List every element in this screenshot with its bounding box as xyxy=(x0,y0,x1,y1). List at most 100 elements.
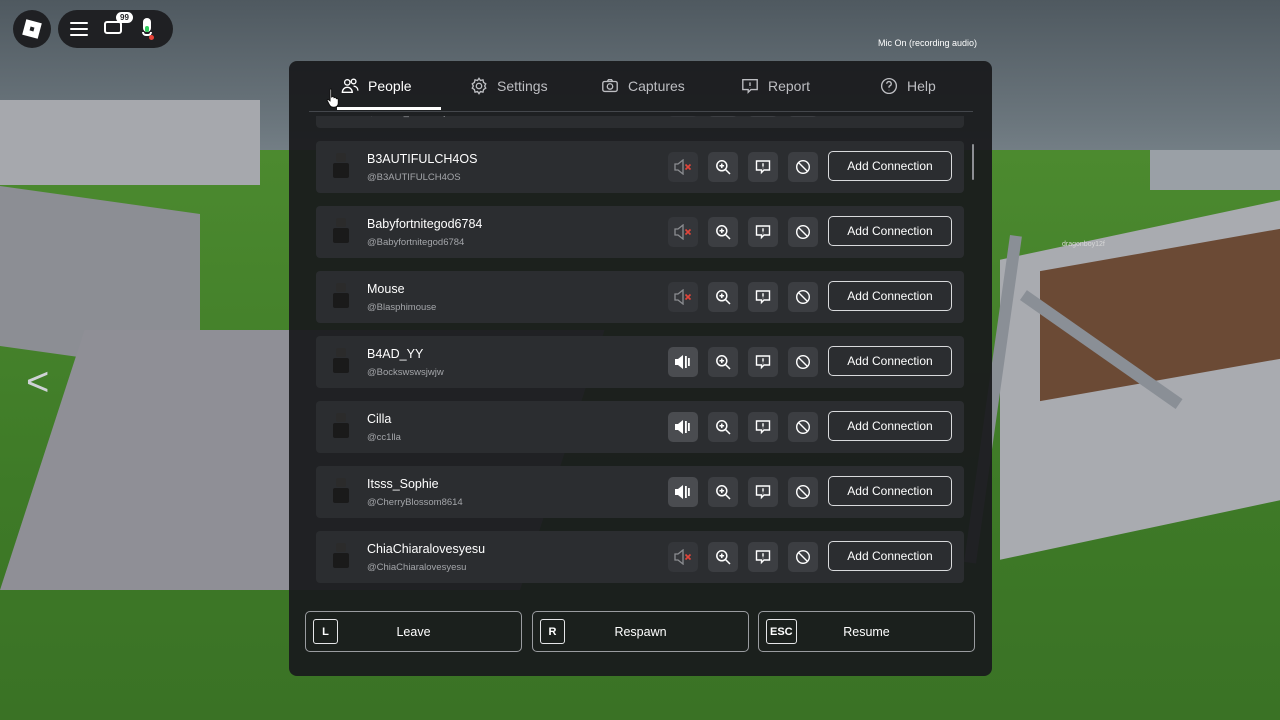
player-display-name: B4AD_YY xyxy=(367,347,424,361)
report-player-button[interactable] xyxy=(748,412,778,442)
mute-toggle-button[interactable] xyxy=(668,412,698,442)
top-bar: 99 xyxy=(58,10,173,48)
inspect-button[interactable] xyxy=(708,412,738,442)
report-icon xyxy=(755,290,771,305)
inspect-button[interactable] xyxy=(708,116,738,117)
block-icon xyxy=(795,354,811,370)
report-player-button[interactable] xyxy=(748,116,778,117)
inspect-button[interactable] xyxy=(708,152,738,182)
report-icon xyxy=(755,225,771,240)
add-connection-button[interactable]: Add Connection xyxy=(828,281,952,311)
chat-unread-badge: 99 xyxy=(116,12,133,23)
hamburger-menu-icon[interactable] xyxy=(70,22,88,36)
mute-toggle-button[interactable] xyxy=(668,217,698,247)
block-player-button[interactable] xyxy=(788,542,818,572)
resume-button[interactable]: ESC Resume xyxy=(758,611,975,652)
player-username: @B3AUTIFULCH4OS xyxy=(367,172,461,183)
microphone-button[interactable] xyxy=(140,18,154,40)
tab-captures[interactable]: Captures xyxy=(601,61,685,111)
report-player-button[interactable] xyxy=(748,152,778,182)
player-username: @cc1lla xyxy=(367,432,401,443)
block-icon xyxy=(795,159,811,175)
report-flag-icon xyxy=(742,79,758,94)
mute-toggle-button[interactable] xyxy=(668,542,698,572)
inspect-button[interactable] xyxy=(708,217,738,247)
block-player-button[interactable] xyxy=(788,347,818,377)
add-connection-button[interactable]: Add Connection xyxy=(828,216,952,246)
player-row: B3AUTIFULCH4OS @B3AUTIFULCH4OS Add Connect… xyxy=(316,141,964,193)
add-connection-button[interactable]: Add Connection xyxy=(828,541,952,571)
mute-toggle-button[interactable] xyxy=(668,116,698,117)
inspect-button[interactable] xyxy=(708,347,738,377)
tab-report[interactable]: Report xyxy=(741,61,810,111)
add-connection-button[interactable]: Add Connection xyxy=(828,476,952,506)
building xyxy=(0,100,260,185)
zoom-in-icon xyxy=(716,160,731,175)
report-icon xyxy=(755,160,771,175)
block-player-button[interactable] xyxy=(788,152,818,182)
report-icon xyxy=(755,550,771,565)
chat-button[interactable]: 99 xyxy=(104,12,133,37)
zoom-in-icon xyxy=(716,485,731,500)
help-icon xyxy=(880,77,898,95)
roblox-menu-button[interactable] xyxy=(13,10,51,48)
speaker-muted-icon xyxy=(674,224,692,240)
block-icon xyxy=(795,419,811,435)
speaker-muted-icon xyxy=(674,159,692,175)
action-bar: L Leave R Respawn ESC Resume xyxy=(305,611,977,652)
player-row: Babyfortnitegod6784 @Babyfortnitegod6784 A… xyxy=(316,206,964,258)
mute-toggle-button[interactable] xyxy=(668,477,698,507)
player-display-name: ChiaChiaralovesyesu xyxy=(367,542,486,556)
zoom-in-icon xyxy=(716,355,731,370)
report-icon xyxy=(755,420,771,435)
report-player-button[interactable] xyxy=(748,217,778,247)
block-player-button[interactable] xyxy=(788,116,818,117)
mute-toggle-button[interactable] xyxy=(668,347,698,377)
active-tab-indicator xyxy=(337,107,441,110)
speaker-muted-icon xyxy=(674,289,692,305)
speaker-on-icon xyxy=(675,355,690,369)
key-hint-r: R xyxy=(540,619,565,644)
mic-level-indicator xyxy=(145,26,149,32)
inspect-button[interactable] xyxy=(708,477,738,507)
game-menu-panel: People Settings Captures Report Help B3A… xyxy=(289,61,992,676)
mute-toggle-button[interactable] xyxy=(668,282,698,312)
speaker-on-icon xyxy=(675,420,690,434)
tab-label: People xyxy=(368,78,412,94)
player-row: Cilla @cc1lla Add Connection xyxy=(316,401,964,453)
leave-label: Leave xyxy=(396,624,431,639)
respawn-button[interactable]: R Respawn xyxy=(532,611,749,652)
zoom-in-icon xyxy=(716,550,731,565)
tab-help[interactable]: Help xyxy=(880,61,936,111)
player-username: @CherryBlossom8614 xyxy=(367,497,463,508)
block-player-button[interactable] xyxy=(788,477,818,507)
tab-people[interactable]: People xyxy=(341,61,412,111)
report-player-button[interactable] xyxy=(748,477,778,507)
player-nametag: dragonboy12f xyxy=(1062,241,1105,248)
key-hint-esc: ESC xyxy=(766,619,797,644)
inspect-button[interactable] xyxy=(708,542,738,572)
block-player-button[interactable] xyxy=(788,217,818,247)
add-connection-button[interactable]: Add Connection xyxy=(828,411,952,441)
leave-button[interactable]: L Leave xyxy=(305,611,522,652)
mute-toggle-button[interactable] xyxy=(668,152,698,182)
block-player-button[interactable] xyxy=(788,282,818,312)
player-display-name: Mouse xyxy=(367,282,405,296)
report-player-button[interactable] xyxy=(748,282,778,312)
scrollbar[interactable] xyxy=(972,144,974,180)
inspect-button[interactable] xyxy=(708,282,738,312)
add-connection-button[interactable]: Add Connection xyxy=(828,151,952,181)
zoom-in-icon xyxy=(716,420,731,435)
player-display-name: B3AUTIFULCH4OS xyxy=(367,152,478,166)
tab-label: Captures xyxy=(628,78,685,94)
report-player-button[interactable] xyxy=(748,542,778,572)
tab-settings[interactable]: Settings xyxy=(470,61,548,111)
respawn-label: Respawn xyxy=(614,624,667,639)
player-display-name: Babyfortnitegod6784 xyxy=(367,217,483,231)
player-username: @Blasphimouse xyxy=(367,302,437,313)
back-arrow-icon[interactable]: < xyxy=(26,360,49,405)
block-player-button[interactable] xyxy=(788,412,818,442)
add-connection-button[interactable]: Add Connection xyxy=(828,346,952,376)
player-list[interactable]: @ATrain_CantStopTheATAdd ConnectionB3AUT… xyxy=(316,116,964,591)
report-player-button[interactable] xyxy=(748,347,778,377)
